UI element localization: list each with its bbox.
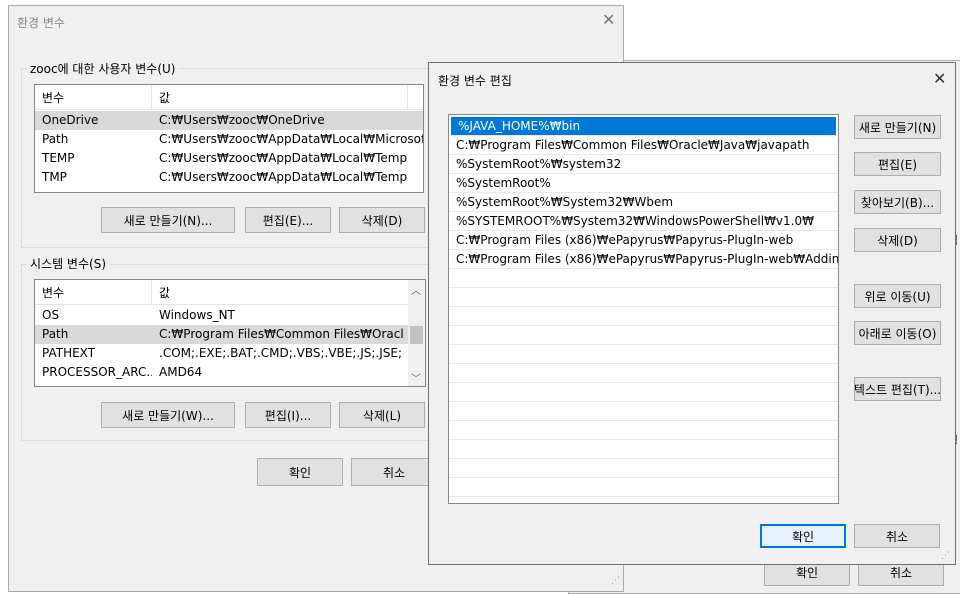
path-entry[interactable]: %JAVA_HOME%₩bin [451, 117, 836, 136]
col-header-value[interactable]: 값 [159, 284, 170, 301]
col-header-variable[interactable]: 변수 [42, 284, 64, 301]
path-entry[interactable]: %SystemRoot%₩system32 [449, 155, 838, 174]
scrollbar-thumb[interactable] [410, 326, 423, 344]
env-vars-title: 환경 변수 [17, 16, 65, 30]
system-vars-list[interactable]: 변수 값 OS Windows_NT Path C:₩Program Files… [34, 279, 426, 387]
var-value: C:₩Users₩zooc₩AppData₩Local₩Microsof... [159, 132, 424, 146]
empty-row [449, 364, 838, 383]
empty-row [449, 440, 838, 459]
empty-row [449, 402, 838, 421]
list-header: 변수 값 [35, 280, 425, 305]
user-edit-button[interactable]: 편집(E)... [245, 207, 331, 233]
edit-cancel-button[interactable]: 취소 [854, 524, 940, 548]
var-name: PATHEXT [42, 346, 96, 360]
resize-grip-icon[interactable]: ⋰ [941, 551, 950, 561]
var-name: Path [42, 327, 69, 341]
user-vars-list[interactable]: 변수 값 OneDrive C:₩Users₩zooc₩OneDrive Pat… [34, 84, 424, 193]
var-value: C:₩Users₩zooc₩OneDrive [159, 113, 325, 127]
empty-row [449, 383, 838, 402]
path-entry[interactable]: %SystemRoot% [449, 174, 838, 193]
edit-ok-button[interactable]: 확인 [760, 524, 846, 548]
path-entry[interactable]: C:₩Program Files (x86)₩ePapyrus₩Papyrus-… [449, 250, 838, 269]
scroll-down-icon[interactable]: ﹀ [411, 370, 421, 385]
table-row[interactable]: PATHEXT .COM;.EXE;.BAT;.CMD;.VBS;.VBE;.J… [35, 344, 408, 363]
empty-row [449, 421, 838, 440]
path-entry-text: C:₩Program Files (x86)₩ePapyrus₩Papyrus-… [456, 252, 839, 266]
move-down-button[interactable]: 아래로 이동(O) [854, 321, 941, 345]
system-delete-button[interactable]: 삭제(L) [339, 402, 425, 428]
new-entry-button[interactable]: 새로 만들기(N) [854, 115, 941, 139]
env-cancel-button[interactable]: 취소 [351, 458, 437, 486]
close-icon[interactable]: ✕ [602, 12, 615, 28]
var-name: PROCESSOR_ARC... [42, 365, 152, 379]
user-delete-button[interactable]: 삭제(D) [339, 207, 425, 233]
empty-row [449, 459, 838, 478]
var-name: TEMP [42, 151, 75, 165]
edit-env-var-window: 환경 변수 편집 ✕ %JAVA_HOME%₩bin C:₩Program Fi… [428, 62, 956, 565]
var-name: Path [42, 132, 69, 146]
table-row[interactable]: OS Windows_NT [35, 306, 425, 325]
var-value: AMD64 [159, 365, 203, 379]
table-row[interactable]: TMP C:₩Users₩zooc₩AppData₩Local₩Temp [35, 168, 423, 187]
empty-row [449, 288, 838, 307]
empty-row [449, 269, 838, 288]
user-new-button[interactable]: 새로 만들기(N)... [101, 207, 235, 233]
scroll-up-icon[interactable]: ︿ [411, 282, 421, 297]
path-entry-text: C:₩Program Files₩Common Files₩Oracle₩Jav… [456, 138, 810, 152]
table-row[interactable]: PROCESSOR_ARC... AMD64 [35, 363, 408, 382]
path-entry-text: C:₩Program Files (x86)₩ePapyrus₩Papyrus-… [456, 233, 794, 247]
path-entry[interactable]: %SystemRoot%₩System32₩Wbem [449, 193, 838, 212]
resize-grip-icon[interactable]: ⋰ [611, 576, 620, 586]
path-entry-text: %SystemRoot%₩system32 [456, 157, 622, 171]
path-entry-text: %SystemRoot%₩System32₩Wbem [456, 195, 674, 209]
env-ok-button[interactable]: 확인 [257, 458, 343, 486]
system-vars-label: 시스템 변수(S) [27, 255, 109, 272]
move-up-button[interactable]: 위로 이동(U) [854, 284, 941, 308]
path-entry-text: %SYSTEMROOT%₩System32₩WindowsPowerShell₩… [456, 214, 814, 228]
empty-row [449, 345, 838, 364]
vertical-scrollbar[interactable]: ︿ ﹀ [408, 280, 425, 386]
path-entry-text: %JAVA_HOME%₩bin [458, 119, 581, 133]
path-entry[interactable]: C:₩Program Files (x86)₩ePapyrus₩Papyrus-… [449, 231, 838, 250]
var-value: C:₩Program Files₩Common Files₩Oracle₩... [159, 327, 403, 341]
browse-button[interactable]: 찾아보기(B)... [854, 190, 941, 214]
col-header-variable[interactable]: 변수 [42, 89, 64, 106]
var-name: TMP [42, 170, 67, 184]
table-row[interactable]: Path C:₩Users₩zooc₩AppData₩Local₩Microso… [35, 130, 423, 149]
path-entry-text: %SystemRoot% [456, 176, 551, 190]
edit-text-button[interactable]: 텍스트 편집(T)... [854, 377, 941, 401]
empty-row [449, 478, 838, 497]
col-header-value[interactable]: 값 [159, 89, 170, 106]
path-entries-list[interactable]: %JAVA_HOME%₩bin C:₩Program Files₩Common … [448, 114, 839, 504]
empty-row [449, 326, 838, 345]
var-value: .COM;.EXE;.BAT;.CMD;.VBS;.VBE;.JS;.JSE;.… [159, 346, 403, 360]
list-header: 변수 값 [35, 85, 423, 110]
var-name: OneDrive [42, 113, 99, 127]
empty-row [449, 307, 838, 326]
delete-entry-button[interactable]: 삭제(D) [854, 228, 941, 252]
var-value: Windows_NT [159, 308, 235, 322]
system-new-button[interactable]: 새로 만들기(W)... [101, 402, 235, 428]
table-row[interactable]: TEMP C:₩Users₩zooc₩AppData₩Local₩Temp [35, 149, 423, 168]
system-edit-button[interactable]: 편집(I)... [245, 402, 331, 428]
edit-entry-button[interactable]: 편집(E) [854, 152, 941, 176]
edit-env-var-title: 환경 변수 편집 [438, 74, 512, 88]
table-row[interactable]: OneDrive C:₩Users₩zooc₩OneDrive [35, 111, 423, 130]
user-vars-label: zooc에 대한 사용자 변수(U) [27, 60, 179, 77]
table-row[interactable]: Path C:₩Program Files₩Common Files₩Oracl… [35, 325, 408, 344]
path-entry[interactable]: %SYSTEMROOT%₩System32₩WindowsPowerShell₩… [449, 212, 838, 231]
var-value: C:₩Users₩zooc₩AppData₩Local₩Temp [159, 151, 408, 165]
close-icon[interactable]: ✕ [933, 71, 946, 87]
var-name: OS [42, 308, 60, 322]
path-entry[interactable]: C:₩Program Files₩Common Files₩Oracle₩Jav… [449, 136, 838, 155]
var-value: C:₩Users₩zooc₩AppData₩Local₩Temp [159, 170, 408, 184]
